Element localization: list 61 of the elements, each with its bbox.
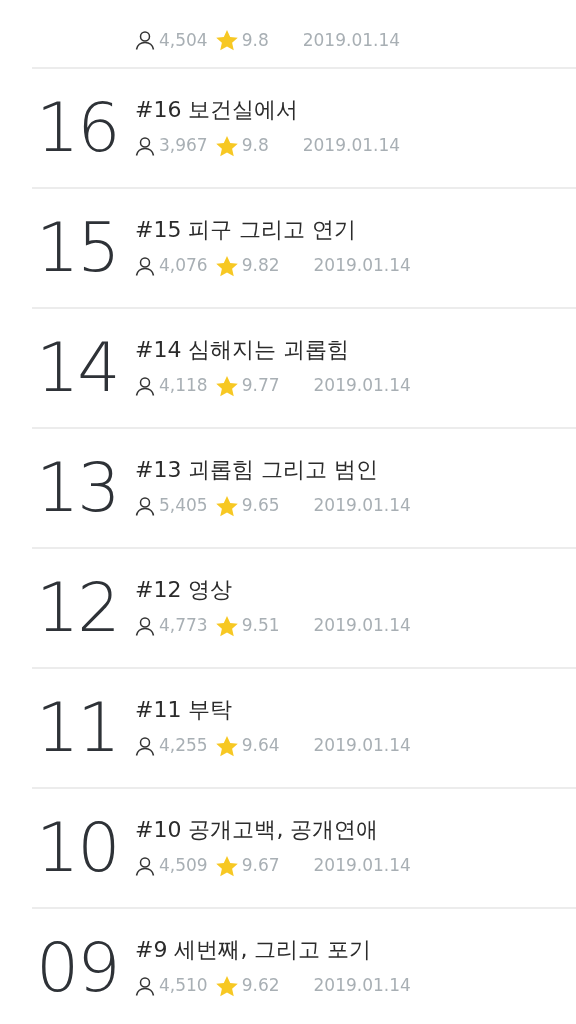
episode-number: 13	[35, 454, 120, 522]
episode-title[interactable]: #16 보건실에서	[135, 97, 401, 124]
episode-number: 12	[35, 574, 120, 642]
date: 2019.01.14	[313, 374, 411, 398]
rating: 9.82	[241, 254, 280, 278]
episode-number: 09	[35, 934, 120, 1002]
date: 2019.01.14	[302, 28, 401, 52]
view-count: 4,255	[159, 734, 208, 758]
date: 2019.01.14	[313, 974, 411, 998]
rating: 9.51	[241, 614, 280, 638]
user-icon	[135, 376, 155, 397]
star-icon	[215, 615, 238, 637]
episode-number: 11	[35, 694, 120, 762]
star-icon	[215, 135, 238, 157]
view-count: 5,405	[159, 494, 208, 518]
star-icon	[215, 855, 238, 877]
episode-title[interactable]: #12 영상	[135, 577, 411, 604]
date: 2019.01.14	[302, 134, 401, 158]
view-count: 4,773	[159, 614, 208, 638]
user-icon	[135, 136, 155, 157]
episode-number: 14	[35, 334, 120, 402]
view-count: 4,504	[159, 28, 208, 52]
rating: 9.62	[241, 974, 280, 998]
episode-number: 16	[35, 94, 120, 162]
episode-title[interactable]: #14 심해지는 괴롭힘	[135, 337, 411, 364]
user-icon	[135, 30, 155, 51]
star-icon	[215, 735, 238, 757]
user-icon	[135, 736, 155, 757]
rating: 9.77	[241, 374, 280, 398]
view-count: 4,510	[159, 974, 208, 998]
star-icon	[215, 29, 238, 51]
star-icon	[215, 255, 238, 277]
date: 2019.01.14	[313, 734, 411, 758]
user-icon	[135, 856, 155, 877]
episode-number: 15	[35, 214, 120, 282]
date: 2019.01.14	[313, 494, 411, 518]
rating: 9.65	[241, 494, 280, 518]
rating: 9.64	[241, 734, 280, 758]
view-count: 3,967	[159, 134, 208, 158]
date: 2019.01.14	[313, 854, 411, 878]
user-icon	[135, 496, 155, 517]
date: 2019.01.14	[313, 614, 411, 638]
episode-title[interactable]: #13 괴롭힘 그리고 범인	[135, 457, 411, 484]
user-icon	[135, 256, 155, 277]
rating: 9.67	[241, 854, 280, 878]
view-count: 4,509	[159, 854, 208, 878]
episode-title[interactable]: #10 공개고백, 공개연애	[135, 817, 411, 844]
view-count: 4,076	[159, 254, 208, 278]
rating: 9.8	[241, 28, 269, 52]
episode-number: 10	[35, 814, 120, 882]
user-icon	[135, 976, 155, 997]
star-icon	[215, 375, 238, 397]
episode-title[interactable]: #9 세번째, 그리고 포기	[135, 937, 411, 964]
star-icon	[215, 495, 238, 517]
rating: 9.8	[241, 134, 269, 158]
view-count: 4,118	[159, 374, 208, 398]
user-icon	[135, 616, 155, 637]
date: 2019.01.14	[313, 254, 411, 278]
episode-title[interactable]: #11 부탁	[135, 697, 411, 724]
star-icon	[215, 975, 238, 997]
episode-title[interactable]: #15 피구 그리고 연기	[135, 217, 411, 244]
